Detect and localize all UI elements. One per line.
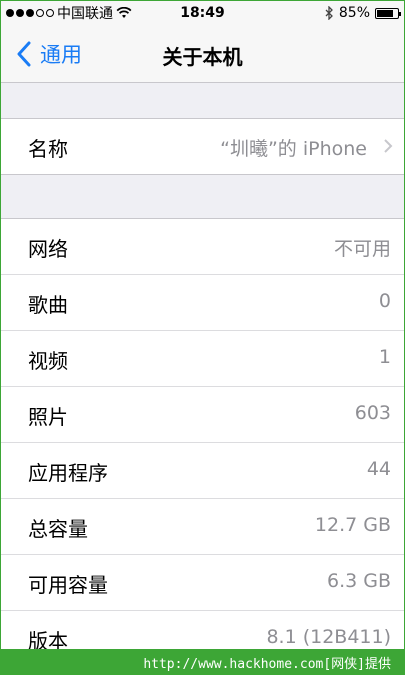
bluetooth-icon [325, 6, 333, 20]
status-right: 85% [325, 5, 401, 21]
info-label: 可用容量 [28, 573, 108, 597]
info-section: 网络 不可用歌曲 0 视频 1 照片 603 应用程序 44 总容量 12.7 GB 可用容量 6.3 … [0, 218, 405, 666]
device-name-value: “圳曦”的 iPhone [220, 138, 367, 160]
navigation-bar: 通用 关于本机 [0, 26, 405, 83]
info-label: 视频 [28, 349, 68, 373]
info-label: 网络 [28, 237, 68, 261]
info-row: 网络 不可用 [0, 219, 405, 275]
chevron-right-icon [384, 139, 393, 153]
info-value: 不可用 [333, 238, 391, 260]
page-title: 关于本机 [162, 45, 243, 69]
info-value: 603 [354, 402, 391, 424]
info-row: 照片 603 [0, 387, 405, 443]
info-row: 总容量 12.7 GB [0, 499, 405, 555]
info-label: 照片 [28, 405, 68, 429]
info-label: 总容量 [28, 517, 88, 541]
info-value: 0 [378, 290, 391, 312]
name-label: 名称 [28, 137, 68, 161]
watermark-bar: http://www.hackhome.com[网侠]提供 [0, 649, 405, 675]
info-value: 1 [378, 346, 391, 368]
info-row: 应用程序 44 [0, 443, 405, 499]
info-row: 歌曲 0 [0, 275, 405, 331]
battery-icon [375, 7, 401, 19]
status-bar: 中国联通 18:49 85% [0, 0, 405, 26]
info-row: 视频 1 [0, 331, 405, 387]
name-section: 名称 “圳曦”的 iPhone [0, 118, 405, 175]
info-row: 可用容量 6.3 GB [0, 555, 405, 611]
name-row[interactable]: 名称 “圳曦”的 iPhone [0, 119, 405, 174]
info-label: 应用程序 [28, 461, 108, 485]
info-value: 44 [366, 458, 391, 480]
watermark-text: http://www.hackhome.com[网侠]提供 [143, 656, 391, 672]
info-label: 歌曲 [28, 293, 68, 317]
info-value: 6.3 GB [326, 570, 391, 592]
info-value: 8.1 (12B411) [266, 626, 391, 648]
info-value: 12.7 GB [314, 514, 391, 536]
battery-percent: 85% [338, 5, 370, 21]
